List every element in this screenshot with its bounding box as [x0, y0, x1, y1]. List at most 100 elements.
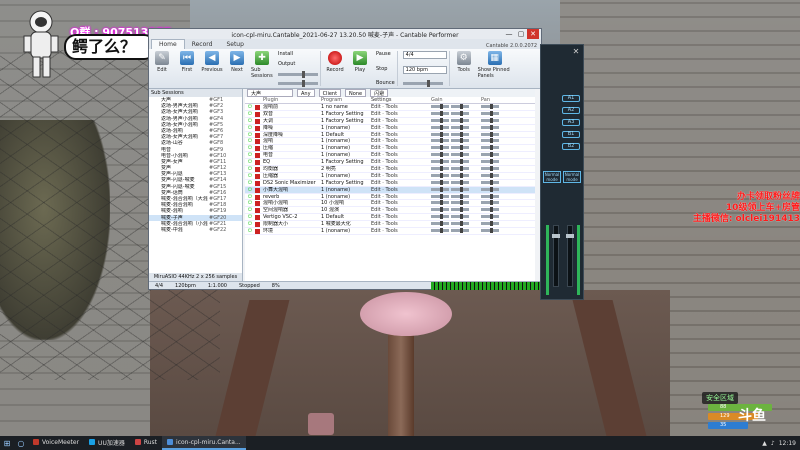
tools-link[interactable]: Tools — [385, 118, 397, 124]
gain-fader[interactable] — [431, 166, 481, 172]
pan-fader[interactable] — [481, 172, 521, 179]
power-icon[interactable]: ⏻ — [245, 180, 255, 186]
taskbar-item[interactable]: icon-cpl-miru.Canta... — [162, 436, 246, 450]
pan-fader[interactable] — [481, 159, 521, 165]
pan-fader[interactable] — [481, 145, 521, 151]
tools-link[interactable]: Tools — [385, 166, 397, 172]
program-name[interactable]: 1 Factory Setting — [321, 111, 371, 117]
channel-filter[interactable]: 闪避 — [370, 89, 389, 97]
gain-fader[interactable] — [431, 138, 481, 144]
rack-search-input[interactable]: 大声 — [247, 89, 293, 97]
pan-fader[interactable] — [481, 193, 521, 200]
window-titlebar[interactable]: icon-cpl-miru.Cantable_2021-06-27 13.20.… — [149, 29, 541, 39]
mode-label-right[interactable]: Normal mode — [563, 171, 581, 183]
taskbar-item[interactable]: UU加速器 — [84, 436, 130, 450]
power-icon[interactable]: ⏻ — [245, 173, 255, 179]
power-icon[interactable]: ⏻ — [245, 228, 255, 234]
tools-link[interactable]: Tools — [385, 200, 397, 206]
program-name[interactable]: 1 (noname) — [321, 152, 371, 158]
program-name[interactable]: 1 (noname) — [321, 187, 371, 193]
stop-option[interactable]: Stop — [376, 66, 395, 72]
power-icon[interactable]: ⏻ — [245, 104, 255, 110]
mixer-button-a2[interactable]: A2 — [562, 107, 580, 114]
power-icon[interactable]: ⏻ — [245, 200, 255, 206]
tools-link[interactable]: Tools — [385, 104, 397, 110]
pan-fader[interactable] — [481, 228, 521, 234]
pan-fader[interactable] — [481, 124, 521, 131]
time-signature-display[interactable]: 4/4 — [402, 51, 447, 59]
program-name[interactable]: 10 小混响 — [321, 200, 371, 206]
first-button[interactable]: ⏮ First — [176, 51, 198, 86]
mode-label-left[interactable]: Normal mode — [543, 171, 561, 183]
rack-row[interactable]: ⏻ 双音 1 Factory Setting Edit · Tools — [245, 110, 535, 118]
gain-fader[interactable] — [431, 221, 481, 227]
gain-fader[interactable] — [431, 131, 481, 138]
edit-link[interactable]: Edit — [371, 214, 381, 220]
program-name[interactable]: 1 (noname) — [321, 125, 371, 131]
power-icon[interactable]: ⏻ — [245, 221, 255, 227]
fader-left[interactable] — [552, 225, 560, 287]
gain-fader[interactable] — [431, 152, 481, 158]
fader-knob[interactable] — [566, 234, 574, 238]
edit-link[interactable]: Edit — [371, 166, 381, 172]
tools-link[interactable]: Tools — [385, 125, 397, 131]
gain-fader[interactable] — [431, 104, 481, 110]
pan-fader[interactable] — [481, 166, 521, 172]
power-icon[interactable]: ⏻ — [245, 138, 255, 144]
rack-row[interactable]: ⏻ EQ 1 Factory Setting Edit · Tools — [245, 159, 535, 167]
gain-fader[interactable] — [431, 159, 481, 165]
tools-link[interactable]: Tools — [385, 180, 397, 186]
play-button[interactable]: ▶ Play — [349, 51, 371, 86]
search-icon[interactable]: ○ — [14, 436, 28, 450]
gain-fader[interactable] — [431, 200, 481, 206]
tools-link[interactable]: Tools — [385, 138, 397, 144]
program-name[interactable]: 1 Default — [321, 132, 371, 138]
tools-link[interactable]: Tools — [385, 152, 397, 158]
program-name[interactable]: 1 (noname) — [321, 173, 371, 179]
edit-link[interactable]: Edit — [371, 221, 381, 227]
power-icon[interactable]: ⏻ — [245, 194, 255, 200]
edit-link[interactable]: Edit — [371, 180, 381, 186]
mixer-button-a3[interactable]: A3 — [562, 119, 580, 126]
any-filter[interactable]: Any — [297, 89, 315, 97]
edit-link[interactable]: Edit — [371, 111, 381, 117]
mixer-button-a1[interactable]: A1 — [562, 95, 580, 102]
pan-fader[interactable] — [481, 152, 521, 158]
rack-row[interactable]: ⏻ 混响前 1 no name Edit · Tools — [245, 104, 535, 111]
tools-link[interactable]: Tools — [385, 187, 397, 193]
tools-link[interactable]: Tools — [385, 145, 397, 151]
network-icon[interactable]: ▲ — [762, 440, 767, 447]
power-icon[interactable]: ⏻ — [245, 145, 255, 151]
rack-row[interactable]: ⏻ 限制器大小 1 喊麦最大化 Edit · Tools — [245, 221, 535, 229]
tab-record[interactable]: Record — [185, 40, 220, 49]
rack-row[interactable]: ⏻ 环境 1 (noname) Edit · Tools — [245, 228, 535, 235]
show-pinned-panels-button[interactable]: ▦ Show Pinned Panels — [478, 51, 512, 86]
power-icon[interactable]: ⏻ — [245, 166, 255, 172]
edit-link[interactable]: Edit — [371, 187, 381, 193]
program-name[interactable]: 1 (noname) — [321, 228, 371, 234]
program-name[interactable]: 1 Factory Setting — [321, 159, 371, 165]
minimize-button[interactable]: — — [503, 29, 515, 39]
pan-fader[interactable] — [481, 138, 521, 144]
previous-button[interactable]: ◀ Previous — [201, 51, 223, 86]
taskbar-item[interactable]: Rust — [130, 436, 162, 450]
power-icon[interactable]: ⏻ — [245, 187, 255, 193]
pan-fader[interactable] — [481, 110, 521, 117]
sub-sessions-button[interactable]: ✚ Sub Sessions — [251, 51, 273, 86]
program-name[interactable]: 1 Factory Setting — [321, 118, 371, 124]
edit-link[interactable]: Edit — [371, 125, 381, 131]
rack-row[interactable]: ⏻ 大调 1 Factory Setting Edit · Tools — [245, 117, 535, 125]
tools-link[interactable]: Tools — [385, 228, 397, 234]
edit-link[interactable]: Edit — [371, 145, 381, 151]
clock[interactable]: 12:19 — [779, 440, 796, 447]
edit-link[interactable]: Edit — [371, 173, 381, 179]
tempo-display[interactable]: 120 bpm — [402, 66, 447, 74]
program-name[interactable]: 2 明亮 — [321, 166, 371, 172]
balance-slider[interactable] — [278, 79, 318, 87]
pan-fader[interactable] — [481, 207, 521, 213]
program-name[interactable]: 1 Default — [321, 214, 371, 220]
power-icon[interactable]: ⏻ — [245, 132, 255, 138]
edit-link[interactable]: Edit — [371, 200, 381, 206]
pan-fader[interactable] — [481, 214, 521, 220]
power-icon[interactable]: ⏻ — [245, 214, 255, 220]
